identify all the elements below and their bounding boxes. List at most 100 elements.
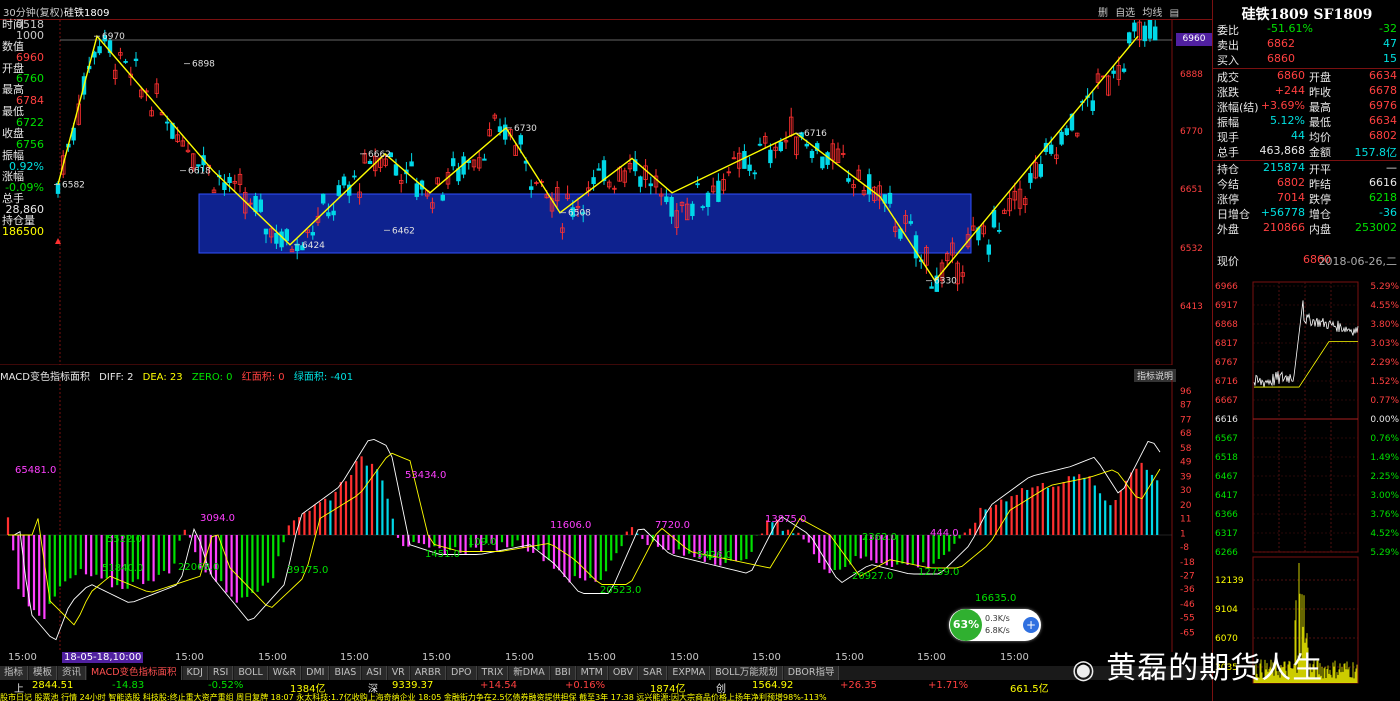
quote-value: 15 bbox=[1383, 52, 1397, 65]
candle-body bbox=[409, 161, 414, 167]
quote-value: +56778 bbox=[1260, 206, 1305, 219]
quote-row: 买入 6860 15 bbox=[1217, 52, 1397, 67]
candle-body bbox=[320, 193, 326, 204]
candle-body bbox=[664, 196, 669, 203]
layout-icon[interactable]: ▤ bbox=[1170, 8, 1179, 19]
tab-16[interactable]: BBI bbox=[550, 666, 576, 680]
candlestick-chart[interactable]: 7005 6888 6770 6651 6532 6413 6970 6582 6898 6618… bbox=[0, 20, 1212, 365]
time-axis: 15:00 18-05-18,10:00 15:00 15:00 15:00 15:00 1… bbox=[0, 652, 1212, 666]
tab-13[interactable]: DPO bbox=[447, 666, 477, 680]
time-tick: 15:00 bbox=[587, 652, 616, 663]
intraday-chart[interactable]: 6966 5.29% 6917 4.55% 6868 3.80% 6817 3.03% 6767… bbox=[1213, 280, 1400, 555]
candle-body bbox=[778, 141, 783, 151]
quote-value: 6802 bbox=[1369, 129, 1397, 142]
candle-body bbox=[263, 228, 269, 235]
index-value: 1564.92 bbox=[752, 680, 794, 691]
tab-8[interactable]: DMI bbox=[302, 666, 330, 680]
intraday-pct-tick: 4.55% bbox=[1370, 301, 1399, 311]
tab-17[interactable]: MTM bbox=[576, 666, 608, 680]
intraday-pct-tick: 3.76% bbox=[1370, 510, 1399, 520]
time-tick: 15:00 bbox=[670, 652, 699, 663]
tab-18[interactable]: OBV bbox=[608, 666, 639, 680]
symbol-label: 硅铁1809 bbox=[64, 8, 110, 19]
tab-4[interactable]: KDJ bbox=[182, 666, 208, 680]
quote-value: 5.12% bbox=[1270, 114, 1305, 127]
now-price-row: 现价 6860 2018-06-26,二 bbox=[1217, 253, 1397, 268]
candle-body bbox=[638, 176, 643, 187]
tab-9[interactable]: BIAS bbox=[330, 666, 362, 680]
candle-body bbox=[757, 143, 763, 146]
index-value: 9339.37 bbox=[392, 680, 434, 691]
macd-area-label: 20523.0 bbox=[600, 585, 641, 596]
chart-header: 30分钟(复权) 硅铁1809 bbox=[0, 0, 1212, 20]
download-speed: 6.8K/s bbox=[985, 626, 1010, 635]
intraday-pct-tick: 0.00% bbox=[1370, 415, 1399, 425]
candle-body bbox=[705, 192, 711, 207]
ma-button[interactable]: 均线 bbox=[1142, 8, 1162, 19]
candle-body bbox=[929, 286, 934, 289]
quote-value: +244 bbox=[1274, 84, 1305, 97]
quote-value: 6976 bbox=[1369, 99, 1397, 112]
intraday-pct-tick: 3.00% bbox=[1370, 491, 1399, 501]
candle-body bbox=[867, 174, 872, 195]
candle-body bbox=[1147, 20, 1153, 39]
memory-percent[interactable]: 63% bbox=[950, 609, 982, 641]
candle-body bbox=[284, 229, 289, 242]
intraday-price-tick: 6417 bbox=[1215, 491, 1238, 501]
tab-11[interactable]: VR bbox=[387, 666, 410, 680]
intraday-price-tick: 6716 bbox=[1215, 377, 1238, 387]
delete-button[interactable]: 删 bbox=[1098, 8, 1108, 19]
candle-body bbox=[1153, 26, 1158, 41]
macd-tick: 49 bbox=[1180, 458, 1192, 468]
index-value: 2844.51 bbox=[32, 680, 74, 691]
macd-tick: -18 bbox=[1180, 558, 1195, 568]
quote-value: — bbox=[1386, 161, 1397, 174]
quote-label: 现手 bbox=[1217, 131, 1239, 144]
price-tick: 6770 bbox=[1180, 127, 1203, 137]
macd-area-label: 5522.0 bbox=[107, 534, 142, 545]
tab-1[interactable]: 模板 bbox=[29, 666, 58, 680]
tab-15[interactable]: 新DMA bbox=[509, 666, 550, 680]
macd-area-label: 3094.0 bbox=[200, 513, 235, 524]
tab-12[interactable]: ARBR bbox=[410, 666, 447, 680]
intraday-price-tick: 6667 bbox=[1215, 396, 1238, 406]
candle-body bbox=[482, 158, 487, 161]
intraday-price-tick: 6366 bbox=[1215, 510, 1238, 520]
tab-19[interactable]: SAR bbox=[639, 666, 668, 680]
period-label[interactable]: 30分钟(复权) bbox=[3, 4, 64, 19]
price-tick: 6413 bbox=[1180, 302, 1203, 312]
candle-body bbox=[274, 232, 279, 244]
candle-body bbox=[997, 230, 1002, 232]
tab-3[interactable]: MACD变色指标面积 bbox=[87, 666, 182, 680]
candle-body bbox=[1132, 22, 1137, 32]
tab-21[interactable]: BOLL万能规划 bbox=[711, 666, 783, 680]
index-value: +14.54 bbox=[480, 680, 518, 691]
info-value: 186500 bbox=[2, 224, 44, 238]
time-tick: 15:00 bbox=[258, 652, 287, 663]
intraday-pct-tick: 5.29% bbox=[1370, 282, 1399, 292]
candle-body bbox=[1028, 173, 1033, 183]
news-ticker[interactable]: 股市日记 股票池 行情 24小时 智能选股 科技股:终止重大资产重组 周日复牌 … bbox=[0, 692, 1400, 701]
macd-area-label: 109.0 bbox=[468, 537, 497, 548]
tab-5[interactable]: RSI bbox=[208, 666, 234, 680]
quote-value: -32 bbox=[1379, 22, 1397, 35]
tab-10[interactable]: ASI bbox=[362, 666, 387, 680]
tab-7[interactable]: W&R bbox=[268, 666, 302, 680]
tab-20[interactable]: EXPMA bbox=[668, 666, 711, 680]
plus-icon[interactable]: + bbox=[1023, 617, 1039, 633]
intraday-pct-tick: 5.29% bbox=[1370, 548, 1399, 555]
tab-22[interactable]: DBOR指导 bbox=[783, 666, 840, 680]
tab-0[interactable]: 指标 bbox=[0, 666, 29, 680]
tab-14[interactable]: TRIX bbox=[477, 666, 509, 680]
quote-label: 涨幅(结) bbox=[1217, 101, 1259, 114]
candle-body bbox=[716, 180, 721, 202]
tab-2[interactable]: 资讯 bbox=[58, 666, 87, 680]
quote-value: 6802 bbox=[1277, 176, 1305, 189]
price-mark: 6424 bbox=[302, 241, 325, 251]
candle-body bbox=[502, 124, 508, 140]
macd-area-label: 444.0 bbox=[930, 528, 959, 539]
quote-row: 振幅 5.12% 最低 6634 bbox=[1217, 114, 1397, 129]
favorite-button[interactable]: 自选 bbox=[1115, 8, 1135, 19]
quote-label: 开盘 bbox=[1309, 71, 1331, 84]
tab-6[interactable]: BOLL bbox=[234, 666, 268, 680]
